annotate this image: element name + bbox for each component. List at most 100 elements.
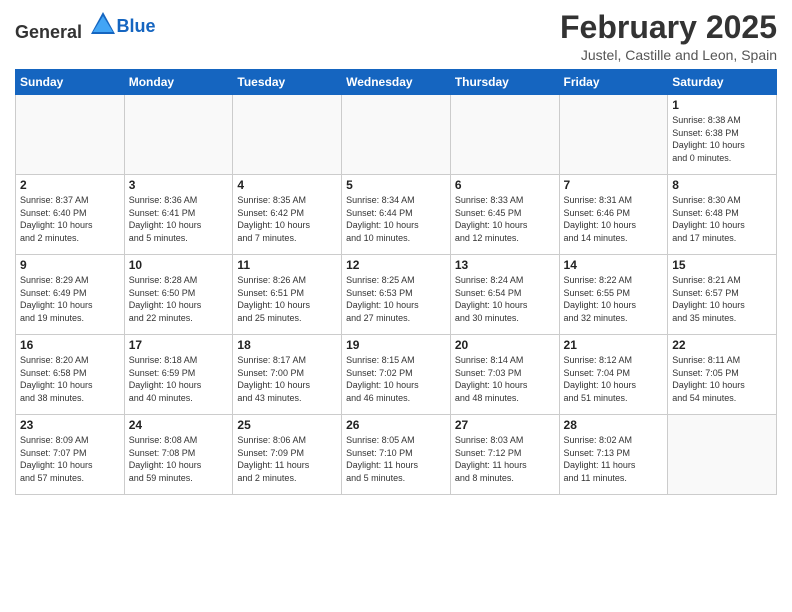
day-info: Sunrise: 8:15 AM Sunset: 7:02 PM Dayligh… (346, 354, 446, 404)
table-row: 26 Sunrise: 8:05 AM Sunset: 7:10 PM Dayli… (342, 415, 451, 495)
day-info: Sunrise: 8:33 AM Sunset: 6:45 PM Dayligh… (455, 194, 555, 244)
day-info: Sunrise: 8:11 AM Sunset: 7:05 PM Dayligh… (672, 354, 772, 404)
header-sunday: Sunday (16, 70, 125, 95)
table-row: 23 Sunrise: 8:09 AM Sunset: 7:07 PM Dayli… (16, 415, 125, 495)
table-row: 7 Sunrise: 8:31 AM Sunset: 6:46 PM Daylig… (559, 175, 668, 255)
day-info: Sunrise: 8:38 AM Sunset: 6:38 PM Dayligh… (672, 114, 772, 164)
day-number: 16 (20, 338, 120, 352)
table-row: 2 Sunrise: 8:37 AM Sunset: 6:40 PM Daylig… (16, 175, 125, 255)
day-info: Sunrise: 8:14 AM Sunset: 7:03 PM Dayligh… (455, 354, 555, 404)
header-tuesday: Tuesday (233, 70, 342, 95)
day-number: 13 (455, 258, 555, 272)
day-number: 28 (564, 418, 664, 432)
day-info: Sunrise: 8:31 AM Sunset: 6:46 PM Dayligh… (564, 194, 664, 244)
logo-blue: Blue (117, 16, 156, 36)
header-saturday: Saturday (668, 70, 777, 95)
day-info: Sunrise: 8:18 AM Sunset: 6:59 PM Dayligh… (129, 354, 229, 404)
table-row: 22 Sunrise: 8:11 AM Sunset: 7:05 PM Dayli… (668, 335, 777, 415)
table-row: 9 Sunrise: 8:29 AM Sunset: 6:49 PM Daylig… (16, 255, 125, 335)
month-year-title: February 2025 (560, 10, 777, 45)
table-row (668, 415, 777, 495)
table-row: 12Sunrise: 8:25 AM Sunset: 6:53 PM Dayli… (342, 255, 451, 335)
table-row: 4Sunrise: 8:35 AM Sunset: 6:42 PM Daylig… (233, 175, 342, 255)
table-row: 14 Sunrise: 8:22 AM Sunset: 6:55 PM Dayli… (559, 255, 668, 335)
day-info: Sunrise: 8:36 AM Sunset: 6:41 PM Dayligh… (129, 194, 229, 244)
table-row (124, 95, 233, 175)
day-number: 8 (672, 178, 772, 192)
weekday-header-row: Sunday Monday Tuesday Wednesday Thursday… (16, 70, 777, 95)
day-number: 5 (346, 178, 446, 192)
table-row: 28 Sunrise: 8:02 AM Sunset: 7:13 PM Dayli… (559, 415, 668, 495)
logo-icon (89, 10, 117, 38)
table-row (559, 95, 668, 175)
day-info: Sunrise: 8:21 AM Sunset: 6:57 PM Dayligh… (672, 274, 772, 324)
table-row: 17 Sunrise: 8:18 AM Sunset: 6:59 PM Dayli… (124, 335, 233, 415)
day-info: Sunrise: 8:20 AM Sunset: 6:58 PM Dayligh… (20, 354, 120, 404)
day-number: 27 (455, 418, 555, 432)
table-row (342, 95, 451, 175)
day-info: Sunrise: 8:25 AM Sunset: 6:53 PM Dayligh… (346, 274, 446, 324)
table-row (16, 95, 125, 175)
calendar-week-row: 23 Sunrise: 8:09 AM Sunset: 7:07 PM Dayli… (16, 415, 777, 495)
table-row: 20 Sunrise: 8:14 AM Sunset: 7:03 PM Dayli… (450, 335, 559, 415)
header-wednesday: Wednesday (342, 70, 451, 95)
table-row: 21 Sunrise: 8:12 AM Sunset: 7:04 PM Dayli… (559, 335, 668, 415)
table-row: 15 Sunrise: 8:21 AM Sunset: 6:57 PM Dayli… (668, 255, 777, 335)
day-number: 15 (672, 258, 772, 272)
day-info: Sunrise: 8:35 AM Sunset: 6:42 PM Dayligh… (237, 194, 337, 244)
day-number: 22 (672, 338, 772, 352)
day-number: 14 (564, 258, 664, 272)
day-info: Sunrise: 8:28 AM Sunset: 6:50 PM Dayligh… (129, 274, 229, 324)
table-row: 27 Sunrise: 8:03 AM Sunset: 7:12 PM Dayli… (450, 415, 559, 495)
calendar-week-row: 1Sunrise: 8:38 AM Sunset: 6:38 PM Daylig… (16, 95, 777, 175)
day-number: 17 (129, 338, 229, 352)
header: General Blue February 2025 Justel, Casti… (15, 10, 777, 63)
calendar-week-row: 16 Sunrise: 8:20 AM Sunset: 6:58 PM Dayli… (16, 335, 777, 415)
calendar-week-row: 2 Sunrise: 8:37 AM Sunset: 6:40 PM Daylig… (16, 175, 777, 255)
day-number: 18 (237, 338, 337, 352)
calendar-week-row: 9 Sunrise: 8:29 AM Sunset: 6:49 PM Daylig… (16, 255, 777, 335)
logo: General Blue (15, 10, 156, 43)
day-info: Sunrise: 8:02 AM Sunset: 7:13 PM Dayligh… (564, 434, 664, 484)
day-info: Sunrise: 8:03 AM Sunset: 7:12 PM Dayligh… (455, 434, 555, 484)
day-info: Sunrise: 8:05 AM Sunset: 7:10 PM Dayligh… (346, 434, 446, 484)
day-number: 19 (346, 338, 446, 352)
day-number: 21 (564, 338, 664, 352)
logo-general: General (15, 22, 82, 42)
day-info: Sunrise: 8:09 AM Sunset: 7:07 PM Dayligh… (20, 434, 120, 484)
table-row: 1Sunrise: 8:38 AM Sunset: 6:38 PM Daylig… (668, 95, 777, 175)
day-info: Sunrise: 8:29 AM Sunset: 6:49 PM Dayligh… (20, 274, 120, 324)
day-number: 23 (20, 418, 120, 432)
day-number: 6 (455, 178, 555, 192)
day-number: 9 (20, 258, 120, 272)
day-number: 11 (237, 258, 337, 272)
table-row: 5 Sunrise: 8:34 AM Sunset: 6:44 PM Daylig… (342, 175, 451, 255)
day-info: Sunrise: 8:26 AM Sunset: 6:51 PM Dayligh… (237, 274, 337, 324)
table-row: 11 Sunrise: 8:26 AM Sunset: 6:51 PM Dayli… (233, 255, 342, 335)
table-row: 13 Sunrise: 8:24 AM Sunset: 6:54 PM Dayli… (450, 255, 559, 335)
table-row: 16 Sunrise: 8:20 AM Sunset: 6:58 PM Dayli… (16, 335, 125, 415)
location-subtitle: Justel, Castille and Leon, Spain (560, 47, 777, 63)
day-number: 7 (564, 178, 664, 192)
table-row: 19 Sunrise: 8:15 AM Sunset: 7:02 PM Dayli… (342, 335, 451, 415)
title-block: February 2025 Justel, Castille and Leon,… (560, 10, 777, 63)
header-monday: Monday (124, 70, 233, 95)
day-info: Sunrise: 8:22 AM Sunset: 6:55 PM Dayligh… (564, 274, 664, 324)
day-info: Sunrise: 8:37 AM Sunset: 6:40 PM Dayligh… (20, 194, 120, 244)
day-info: Sunrise: 8:06 AM Sunset: 7:09 PM Dayligh… (237, 434, 337, 484)
day-number: 25 (237, 418, 337, 432)
day-number: 24 (129, 418, 229, 432)
day-number: 2 (20, 178, 120, 192)
page-container: General Blue February 2025 Justel, Casti… (0, 0, 792, 500)
day-info: Sunrise: 8:17 AM Sunset: 7:00 PM Dayligh… (237, 354, 337, 404)
day-info: Sunrise: 8:34 AM Sunset: 6:44 PM Dayligh… (346, 194, 446, 244)
day-number: 26 (346, 418, 446, 432)
day-number: 3 (129, 178, 229, 192)
calendar-table: Sunday Monday Tuesday Wednesday Thursday… (15, 69, 777, 495)
day-info: Sunrise: 8:24 AM Sunset: 6:54 PM Dayligh… (455, 274, 555, 324)
table-row: 10Sunrise: 8:28 AM Sunset: 6:50 PM Dayli… (124, 255, 233, 335)
table-row: 6 Sunrise: 8:33 AM Sunset: 6:45 PM Daylig… (450, 175, 559, 255)
day-info: Sunrise: 8:12 AM Sunset: 7:04 PM Dayligh… (564, 354, 664, 404)
day-info: Sunrise: 8:30 AM Sunset: 6:48 PM Dayligh… (672, 194, 772, 244)
day-number: 20 (455, 338, 555, 352)
